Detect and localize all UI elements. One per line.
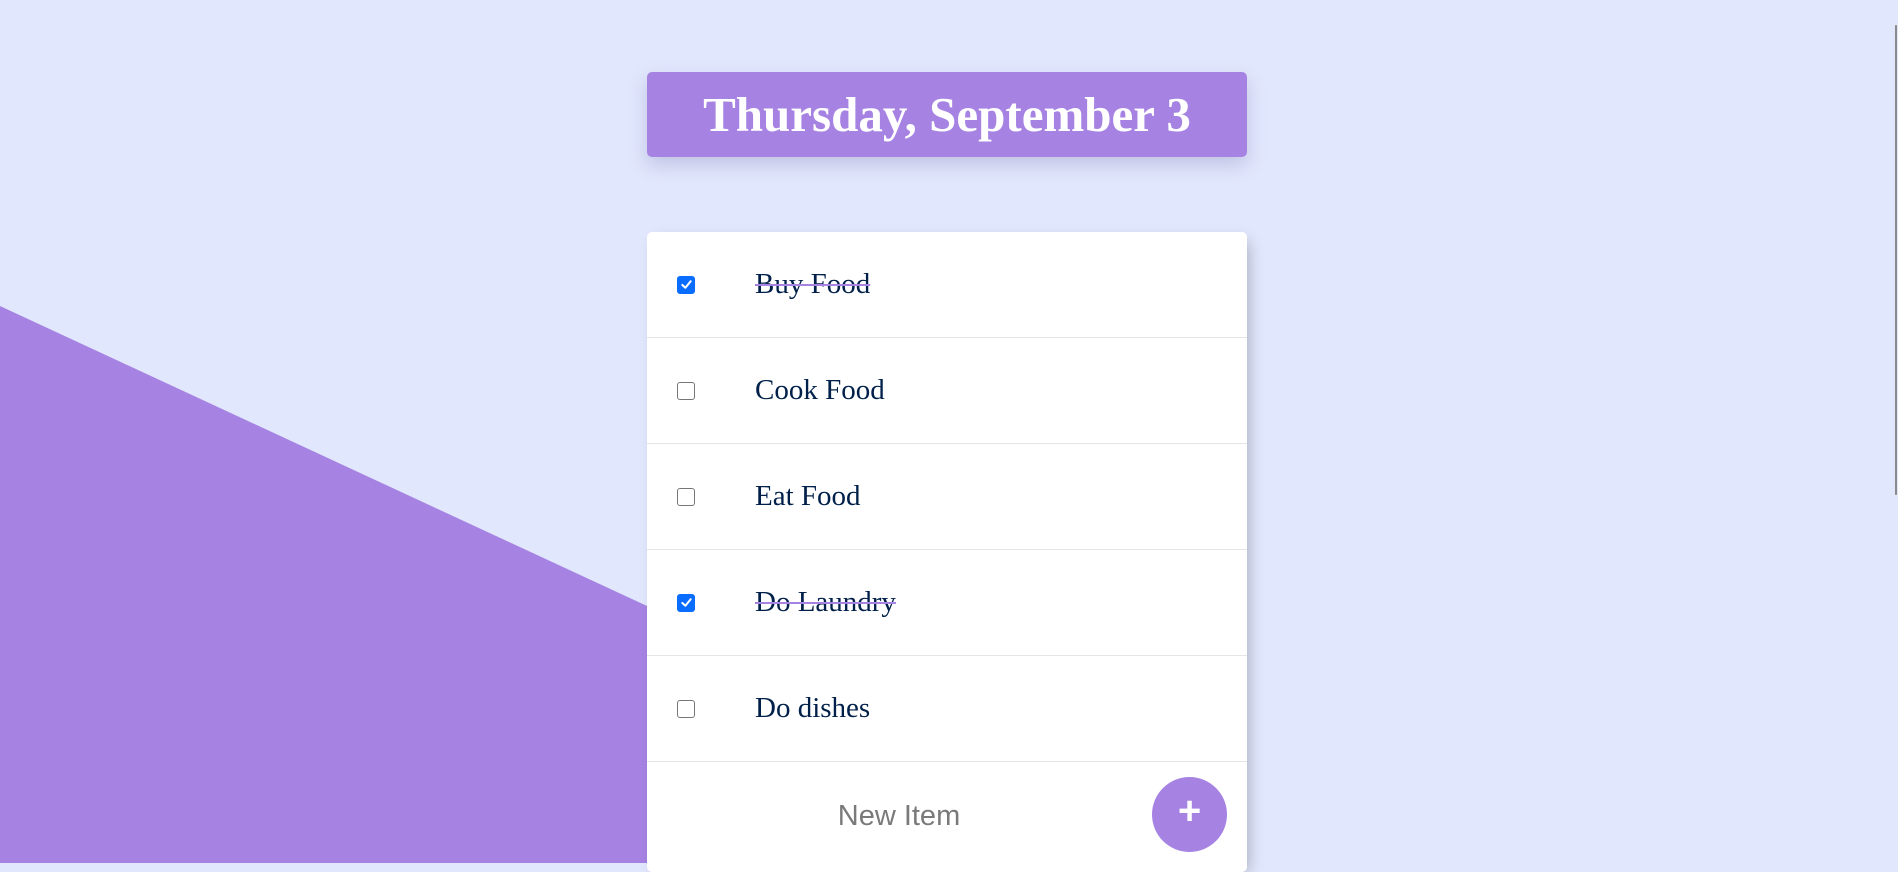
todo-checkbox[interactable] xyxy=(677,381,695,400)
todo-item-label: Do dishes xyxy=(755,692,871,724)
scrollbar-thumb[interactable] xyxy=(1895,25,1897,495)
date-heading-box: Thursday, September 3 xyxy=(647,72,1247,157)
todo-item-label: Buy Food xyxy=(755,268,871,300)
todo-item[interactable]: Eat Food xyxy=(647,444,1247,550)
todo-checkbox[interactable] xyxy=(677,487,695,506)
todo-item[interactable]: Buy Food xyxy=(647,232,1247,338)
new-item-input[interactable] xyxy=(677,780,1121,852)
todo-checkbox-checked[interactable] xyxy=(677,275,695,294)
new-item-form: + xyxy=(647,762,1247,868)
todo-item[interactable]: Cook Food xyxy=(647,338,1247,444)
todo-list: Buy Food Cook Food Eat Food Do Laundry D… xyxy=(647,232,1247,872)
page-scrollbar[interactable] xyxy=(1894,0,1898,863)
todo-checkbox[interactable] xyxy=(677,699,695,718)
check-icon xyxy=(680,280,692,289)
date-heading: Thursday, September 3 xyxy=(703,87,1191,142)
todo-item[interactable]: Do dishes xyxy=(647,656,1247,762)
todo-item[interactable]: Do Laundry xyxy=(647,550,1247,656)
add-item-button[interactable]: + xyxy=(1152,777,1227,852)
todo-checkbox-checked[interactable] xyxy=(677,593,695,612)
todo-item-label: Eat Food xyxy=(755,480,861,512)
check-icon xyxy=(680,598,692,607)
todo-item-label: Do Laundry xyxy=(755,586,896,618)
todo-item-label: Cook Food xyxy=(755,374,885,406)
